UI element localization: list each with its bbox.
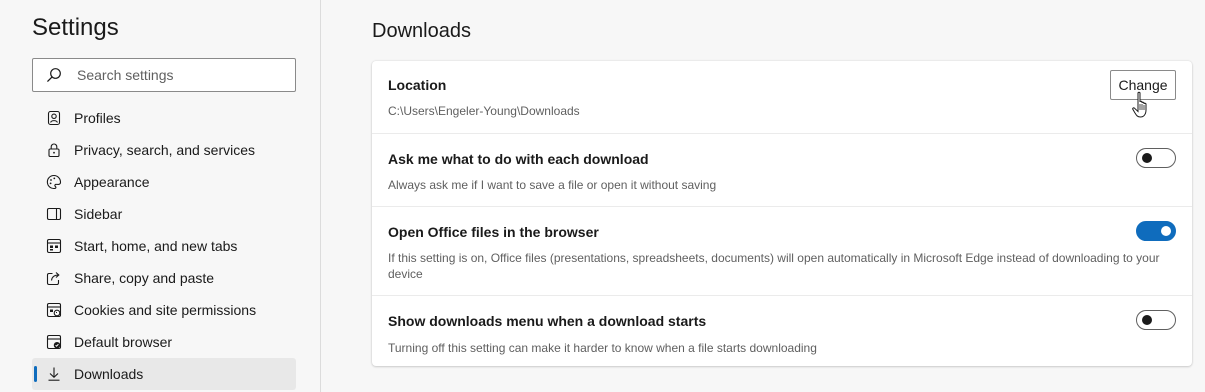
home-tabs-icon — [46, 238, 62, 254]
ask-download-row: Ask me what to do with each download Alw… — [372, 133, 1192, 206]
search-icon — [47, 68, 61, 82]
sidebar-item-appearance[interactable]: Appearance — [32, 166, 296, 198]
toggle-knob — [1142, 153, 1152, 163]
office-files-toggle[interactable] — [1136, 221, 1176, 241]
sidebar-item-label: Share, copy and paste — [74, 270, 215, 286]
downloads-settings-card: Location C:\Users\Engeler-Young\Download… — [372, 61, 1192, 366]
location-path: C:\Users\Engeler-Young\Downloads — [388, 104, 580, 118]
appearance-icon — [46, 174, 62, 189]
sidebar: Settings Profiles — [0, 0, 321, 392]
sidebar-icon — [46, 207, 62, 221]
sidebar-item-label: Sidebar — [74, 206, 123, 222]
sidebar-item-label: Downloads — [74, 366, 144, 382]
location-title: Location — [388, 77, 447, 93]
sidebar-item-label: Cookies and site permissions — [74, 302, 257, 318]
sidebar-item-sidebar[interactable]: Sidebar — [32, 198, 296, 230]
sidebar-item-label: Profiles — [74, 110, 121, 126]
downloads-menu-desc: Turning off this setting can make it har… — [388, 341, 817, 355]
sidebar-item-share[interactable]: Share, copy and paste — [32, 262, 296, 294]
downloads-menu-row: Show downloads menu when a download star… — [372, 295, 1192, 366]
toggle-knob — [1142, 315, 1152, 325]
downloads-menu-title: Show downloads menu when a download star… — [388, 313, 707, 329]
sidebar-item-privacy[interactable]: Privacy, search, and services — [32, 134, 296, 166]
office-files-row: Open Office files in the browser If this… — [372, 206, 1192, 295]
default-browser-icon — [46, 334, 62, 350]
office-files-desc: If this setting is on, Office files (pre… — [388, 251, 1160, 281]
sidebar-item-downloads[interactable]: Downloads — [32, 358, 296, 390]
sidebar-item-cookies[interactable]: Cookies and site permissions — [32, 294, 296, 326]
ask-download-toggle[interactable] — [1136, 148, 1176, 168]
sidebar-item-label: Privacy, search, and services — [74, 142, 256, 158]
cookies-icon — [46, 302, 62, 318]
sidebar-item-default-browser[interactable]: Default browser — [32, 326, 296, 358]
lock-icon — [48, 143, 60, 158]
sidebar-item-start-home[interactable]: Start, home, and new tabs — [32, 230, 296, 262]
ask-download-desc: Always ask me if I want to save a file o… — [388, 178, 717, 192]
settings-app: Settings Profiles — [0, 0, 1205, 392]
share-icon — [46, 272, 60, 286]
sidebar-item-profiles[interactable]: Profiles — [32, 102, 296, 134]
sidebar-item-label: Start, home, and new tabs — [74, 238, 238, 254]
downloads-menu-toggle[interactable] — [1136, 310, 1176, 330]
ask-download-title: Ask me what to do with each download — [388, 151, 649, 167]
sidebar-title: Settings — [32, 14, 119, 41]
sidebar-item-label: Appearance — [74, 174, 150, 190]
main-content: Downloads Location C:\Users\Engeler-Youn… — [322, 0, 1205, 392]
office-files-title: Open Office files in the browser — [388, 224, 599, 240]
toggle-knob — [1161, 226, 1171, 236]
search-box[interactable] — [32, 58, 296, 92]
change-location-button[interactable]: Change — [1110, 70, 1176, 100]
download-icon — [48, 367, 60, 381]
search-input[interactable] — [77, 60, 287, 90]
sidebar-nav: Profiles Privacy, search, and services A… — [32, 102, 296, 390]
location-row: Location C:\Users\Engeler-Young\Download… — [372, 61, 1192, 133]
profile-icon — [47, 110, 61, 126]
sidebar-item-label: Default browser — [74, 334, 173, 350]
page-title: Downloads — [372, 20, 471, 42]
